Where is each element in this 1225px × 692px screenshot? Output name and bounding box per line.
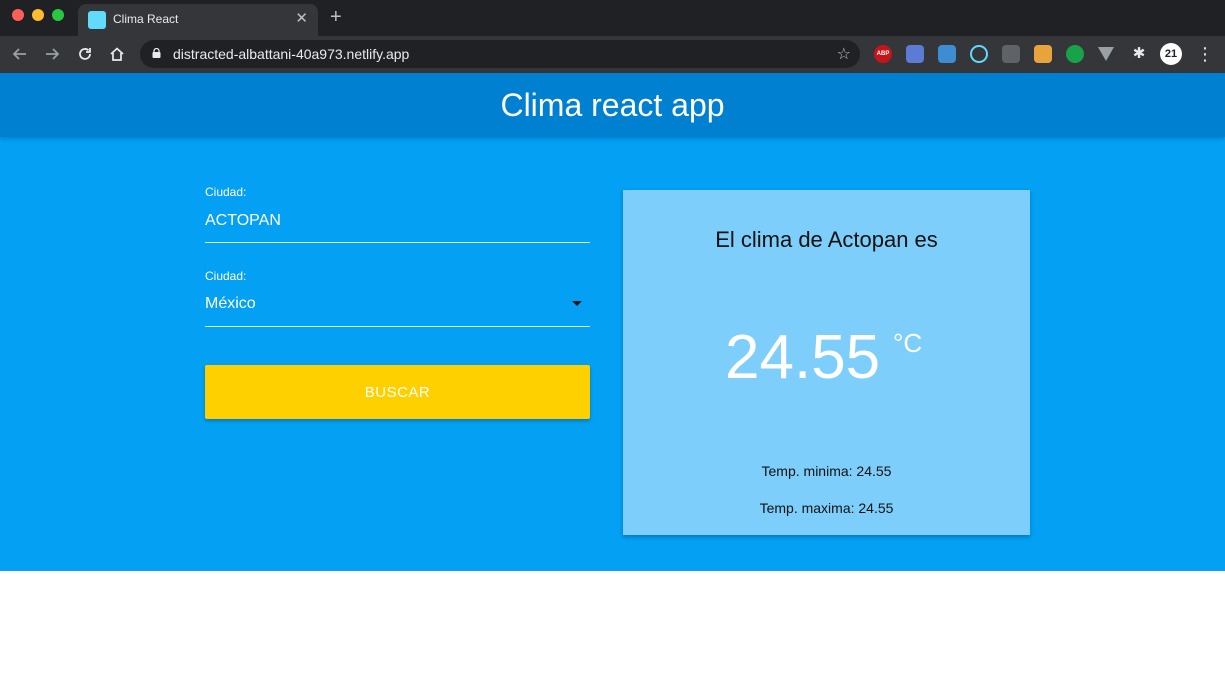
city-label: Ciudad: [205,185,247,199]
country-select[interactable]: México [205,295,256,313]
dropdown-arrow-icon[interactable] [572,301,582,306]
country-label: Ciudad: [205,269,247,283]
lock-icon [152,48,161,58]
address-bar[interactable]: distracted-albattani-40a973.netlify.app … [140,40,860,68]
city-input[interactable]: ACTOPAN [205,212,281,230]
tab-close-icon[interactable]: ✕ [295,10,308,28]
new-tab-button[interactable]: + [330,6,342,28]
temperature-value: 24.55 [725,323,881,392]
tab-title: Clima React [113,12,179,26]
search-button[interactable]: BUSCAR [205,365,590,419]
browser-toolbar: distracted-albattani-40a973.netlify.app … [0,36,1225,73]
browser-tab-bar: Clima React ✕ + [0,0,1225,36]
page-title: Clima react app [500,87,725,123]
url-text: distracted-albattani-40a973.netlify.app [173,46,410,62]
home-icon[interactable] [105,42,129,66]
window-zoom-button[interactable] [52,9,64,21]
result-title: El clima de Actopan es [715,227,938,252]
reload-icon[interactable] [73,42,97,66]
temperature-unit: °C [893,328,923,358]
react-favicon-icon [88,11,106,29]
tab-clima-react[interactable]: Clima React ✕ [78,4,318,36]
vue-devtools-icon[interactable] [1098,47,1114,61]
window-close-button[interactable] [12,9,24,21]
weather-result-card: El clima de Actopan es 24.55 °C Temp. mi… [623,190,1030,535]
city-input-underline [205,242,590,243]
extension-icon[interactable] [906,45,924,63]
lighthouse-icon[interactable] [1002,45,1020,63]
temp-min: Temp. minima: 24.55 [761,463,892,479]
bookmark-star-icon[interactable]: ☆ [837,44,851,64]
app-header: Clima react app [0,73,1225,137]
palette-extension-icon[interactable] [1034,45,1052,63]
window-minimize-button[interactable] [32,9,44,21]
profile-avatar[interactable]: 21 [1160,43,1182,65]
evernote-icon[interactable] [1066,45,1084,63]
puzzle-icon[interactable]: ✱ [1130,44,1148,62]
main-section [0,137,1225,571]
search-extension-icon[interactable] [938,45,956,63]
forward-icon[interactable] [40,42,64,66]
react-devtools-icon[interactable] [970,45,988,63]
temp-max: Temp. maxima: 24.55 [759,500,894,516]
browser-menu-icon[interactable]: ⋮ [1196,42,1214,66]
back-icon[interactable] [8,42,32,66]
adblock-plus-icon[interactable]: ABP [874,45,892,63]
country-select-underline [205,326,590,327]
